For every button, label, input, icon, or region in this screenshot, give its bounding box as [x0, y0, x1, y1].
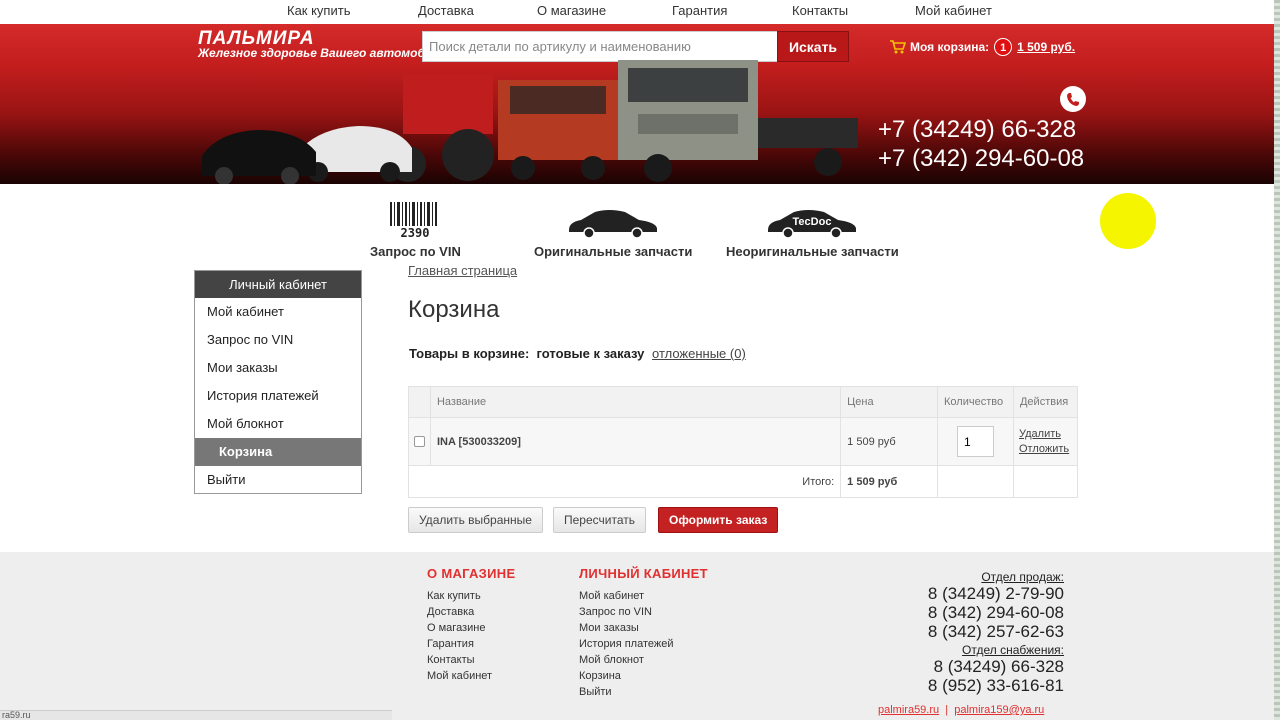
total-row: Итого: 1 509 руб	[407, 465, 1079, 498]
car-icon	[569, 210, 658, 238]
nav-contacts[interactable]: Контакты	[792, 3, 848, 18]
total-value: 1 509 руб	[840, 465, 939, 498]
total-label: Итого:	[407, 465, 842, 498]
search-input[interactable]	[422, 31, 778, 62]
cart-sum-link[interactable]: 1 509 руб.	[1017, 40, 1075, 54]
sidebar-item-my-orders[interactable]: Мои заказы	[195, 354, 361, 382]
footer-link[interactable]: Выйти	[579, 684, 708, 700]
header-qty: Количество	[937, 386, 1014, 418]
supply-dept-label: Отдел снабжения:	[962, 643, 1064, 657]
sales-phone[interactable]: 8 (342) 257-62-63	[928, 622, 1064, 641]
cart-label: Моя корзина:	[910, 40, 990, 54]
cart-tabs-label: Товары в корзине:	[409, 346, 530, 361]
footer-link[interactable]: Доставка	[427, 604, 515, 620]
account-sidebar: Личный кабинет Мой кабинет Запрос по VIN…	[194, 270, 362, 494]
footer-link[interactable]: Мой кабинет	[579, 588, 708, 604]
footer-link[interactable]: О магазине	[427, 620, 515, 636]
search-button[interactable]: Искать	[777, 31, 849, 62]
sales-phone[interactable]: 8 (34249) 2-79-90	[928, 584, 1064, 603]
recalculate-button[interactable]: Пересчитать	[553, 507, 646, 533]
footer-link[interactable]: Как купить	[427, 588, 515, 604]
footer-link[interactable]: Контакты	[427, 652, 515, 668]
top-nav: Как купить Доставка О магазине Гарантия …	[0, 0, 1280, 24]
nav-warranty[interactable]: Гарантия	[672, 3, 727, 18]
nav-my-account[interactable]: Мой кабинет	[915, 3, 992, 18]
cart-count-badge: 1	[994, 38, 1013, 56]
footer-link[interactable]: Корзина	[579, 668, 708, 684]
tecdoc-badge: TecDoc	[793, 216, 832, 228]
vehicles-banner-image	[202, 60, 858, 184]
cart-icon	[890, 40, 906, 54]
footer-link[interactable]: Мои заказы	[579, 620, 708, 636]
sidebar-item-cart[interactable]: Корзина	[195, 438, 361, 466]
nav-about[interactable]: О магазине	[537, 3, 606, 18]
header-name: Название	[429, 386, 842, 418]
tecdoc-car-icon: TecDoc	[768, 210, 857, 238]
header-cart[interactable]: Моя корзина: 1 1 509 руб.	[890, 38, 1075, 56]
sales-dept-label: Отдел продаж:	[981, 570, 1064, 584]
header-price: Цена	[840, 386, 939, 418]
cart-table: Название Цена Количество Действия INA [5…	[407, 386, 1079, 498]
footer-link[interactable]: Мой кабинет	[427, 668, 515, 684]
supply-phone[interactable]: 8 (952) 33-616-81	[928, 676, 1064, 695]
delete-selected-button[interactable]: Удалить выбранные	[408, 507, 543, 533]
category-label: Неоригинальные запчасти	[726, 244, 899, 259]
scrollbar[interactable]	[1274, 0, 1280, 720]
category-nonoriginal-parts[interactable]: TecDoc Неоригинальные запчасти	[726, 198, 899, 259]
sidebar-item-payment-history[interactable]: История платежей	[195, 382, 361, 410]
sidebar-item-vin-request[interactable]: Запрос по VIN	[195, 326, 361, 354]
sidebar-title: Личный кабинет	[195, 271, 361, 298]
email-link[interactable]: palmira59.ru	[878, 704, 939, 716]
category-vin-request[interactable]: 2390 Запрос по VIN	[370, 198, 461, 259]
footer-contacts: Отдел продаж: 8 (34249) 2-79-90 8 (342) …	[928, 570, 1064, 695]
cursor-highlight	[1100, 193, 1156, 249]
category-label: Оригинальные запчасти	[534, 244, 693, 259]
footer-link[interactable]: Мой блокнот	[579, 652, 708, 668]
email-link[interactable]: palmira159@ya.ru	[954, 704, 1044, 716]
header-actions: Действия	[1012, 386, 1079, 418]
delete-link[interactable]: Удалить	[1019, 427, 1077, 442]
quantity-input[interactable]	[957, 426, 994, 457]
footer: О МАГАЗИНЕ Как купить Доставка О магазин…	[0, 552, 1274, 720]
item-price: 1 509 руб	[840, 417, 939, 466]
barcode-code: 2390	[401, 226, 430, 238]
footer-col-about: О МАГАЗИНЕ Как купить Доставка О магазин…	[427, 566, 515, 684]
category-original-parts[interactable]: Оригинальные запчасти	[534, 198, 692, 259]
header-select	[408, 386, 431, 418]
sales-phone[interactable]: 8 (342) 294-60-08	[928, 603, 1064, 622]
header-banner: ПАЛЬМИРА Железное здоровье Вашего автомо…	[0, 24, 1274, 184]
sidebar-item-my-account[interactable]: Мой кабинет	[195, 298, 361, 326]
item-name: INA [530033209]	[429, 417, 842, 466]
checkout-button[interactable]: Оформить заказ	[658, 507, 779, 533]
nav-delivery[interactable]: Доставка	[418, 3, 474, 18]
footer-col-account: ЛИЧНЫЙ КАБИНЕТ Мой кабинет Запрос по VIN…	[579, 566, 708, 700]
footer-link[interactable]: Запрос по VIN	[579, 604, 708, 620]
tab-ready[interactable]: готовые к заказу	[537, 346, 645, 361]
sidebar-item-logout[interactable]: Выйти	[195, 466, 361, 494]
logo-tagline: Железное здоровье Вашего автомобиля	[198, 46, 447, 60]
header-phone-1[interactable]: +7 (34249) 66-328	[878, 116, 1076, 144]
tab-deferred[interactable]: отложенные (0)	[652, 346, 746, 361]
table-header-row: Название Цена Количество Действия	[408, 386, 1079, 418]
phone-icon	[1060, 86, 1086, 112]
category-label: Запрос по VIN	[370, 244, 461, 259]
footer-link[interactable]: Гарантия	[427, 636, 515, 652]
breadcrumb-home[interactable]: Главная страница	[408, 263, 517, 278]
nav-how-to-buy[interactable]: Как купить	[287, 3, 350, 18]
footer-col-title: ЛИЧНЫЙ КАБИНЕТ	[579, 566, 708, 581]
defer-link[interactable]: Отложить	[1019, 442, 1077, 457]
page-title: Корзина	[408, 296, 500, 323]
sidebar-item-notebook[interactable]: Мой блокнот	[195, 410, 361, 438]
footer-col-title: О МАГАЗИНЕ	[427, 566, 516, 581]
supply-phone[interactable]: 8 (34249) 66-328	[928, 657, 1064, 676]
table-row: INA [530033209] 1 509 руб Удалить Отложи…	[408, 417, 1079, 466]
footer-emails: palmira59.ru | palmira159@ya.ru	[878, 704, 1045, 716]
cart-tabs: Товары в корзине: готовые к заказу отлож…	[409, 346, 746, 361]
row-select-checkbox[interactable]	[413, 436, 425, 447]
footer-link[interactable]: История платежей	[579, 636, 708, 652]
barcode-icon: 2390	[390, 202, 438, 238]
browser-status-bar: ra59.ru	[0, 710, 392, 720]
header-phone-2[interactable]: +7 (342) 294-60-08	[878, 145, 1084, 173]
